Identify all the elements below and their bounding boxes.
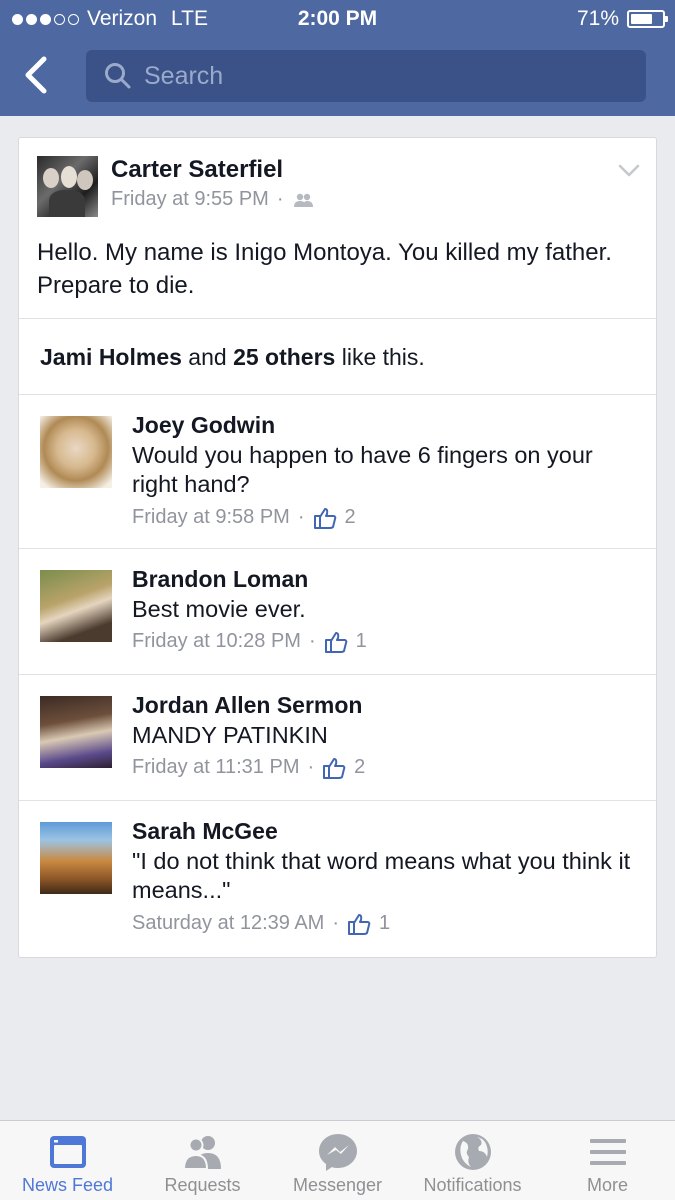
tab-requests[interactable]: Requests [135,1121,270,1200]
post-timestamp[interactable]: Friday at 9:55 PM [111,188,269,211]
like-thumb-icon[interactable] [347,913,371,935]
post-author-avatar[interactable] [37,156,98,217]
like-thumb-icon[interactable] [313,507,337,529]
tab-notifications[interactable]: Notifications [405,1121,540,1200]
search-input[interactable] [144,61,624,91]
comment-text: "I do not think that word means what you… [132,848,631,903]
commenter-name[interactable]: Joey Godwin [132,412,275,439]
commenter-name[interactable]: Jordan Allen Sermon [132,692,362,719]
comment-meta: Friday at 11:31 PM · 2 [132,756,365,779]
post-header: Carter Saterfiel Friday at 9:55 PM · [19,138,656,218]
post-text: Hello. My name is Inigo Montoya. You kil… [37,239,612,299]
likes-suffix: like this. [341,344,425,370]
battery-percent: 71% [576,7,619,30]
comment-text: MANDY PATINKIN [132,722,328,748]
comment-text: Best movie ever. [132,596,306,622]
tab-label: News Feed [21,1175,114,1195]
globe-icon [454,1134,491,1170]
top-nav-bar: Verizon LTE 2:00 PM 71% [0,0,675,116]
liker-name[interactable]: Jami Holmes [40,344,182,370]
comment-timestamp: Friday at 9:58 PM [132,506,290,528]
comment-item: Joey Godwin Would you happen to have 6 f… [19,394,656,548]
likes-others[interactable]: 25 others [233,344,335,370]
meta-separator: · [308,630,316,652]
comment-meta: Friday at 10:28 PM · 1 [132,630,367,653]
like-thumb-icon[interactable] [324,631,348,653]
battery-icon [627,10,668,28]
tab-label: Messenger [292,1175,383,1195]
commenter-avatar[interactable] [40,822,112,894]
status-right: 71% [576,7,668,31]
comment-like-count: 2 [354,756,366,778]
tab-messenger[interactable]: Messenger [270,1121,405,1200]
comment-timestamp: Saturday at 12:39 AM [132,912,325,934]
meta-separator: · [332,912,340,934]
search-icon [105,63,131,89]
likes-summary[interactable]: Jami Holmes and 25 others like this. [40,344,425,371]
likes-and: and [188,344,227,370]
comment-meta: Friday at 9:58 PM · 2 [132,506,356,529]
status-time: 2:00 PM [297,7,378,30]
comment-meta: Saturday at 12:39 AM · 1 [132,912,390,935]
like-thumb-icon[interactable] [322,757,346,779]
comment-like-count: 2 [344,506,356,528]
comment-item: Brandon Loman Best movie ever. Friday at… [19,548,656,674]
meta-separator: · [297,506,305,528]
bottom-tab-bar: News Feed Requests Messenger Notificatio… [0,1120,675,1200]
comment-timestamp: Friday at 11:31 PM [132,756,300,778]
post-author-name[interactable]: Carter Saterfiel [111,156,283,184]
search-bar[interactable] [86,50,646,102]
comment-timestamp: Friday at 10:28 PM [132,630,301,652]
comment-text: Would you happen to have 6 fingers on yo… [132,442,593,497]
news-feed-icon [49,1136,86,1168]
tab-label: Notifications [423,1175,522,1195]
comment-item: Sarah McGee "I do not think that word me… [19,800,656,957]
meta-separator: · [307,756,315,778]
post-card: Carter Saterfiel Friday at 9:55 PM · Hel… [18,137,657,958]
commenter-name[interactable]: Brandon Loman [132,566,308,593]
tab-news-feed[interactable]: News Feed [0,1121,135,1200]
menu-icon [589,1139,626,1165]
friends-icon [293,193,313,207]
comment-item: Jordan Allen Sermon MANDY PATINKIN Frida… [19,674,656,800]
back-arrow-icon[interactable] [22,55,62,95]
tab-label: Requests [164,1175,241,1195]
commenter-avatar[interactable] [40,696,112,768]
requests-icon [182,1136,221,1170]
status-bar: Verizon LTE 2:00 PM 71% [0,0,675,38]
meta-separator: · [276,188,284,210]
commenter-avatar[interactable] [40,416,112,488]
divider [19,318,656,319]
tab-more[interactable]: More [540,1121,675,1200]
commenter-name[interactable]: Sarah McGee [132,818,278,845]
comment-like-count: 1 [355,630,367,652]
messenger-icon [318,1134,357,1171]
commenter-avatar[interactable] [40,570,112,642]
post-meta: Friday at 9:55 PM · [111,188,314,211]
comment-like-count: 1 [379,912,391,934]
tab-label: More [586,1175,628,1195]
chevron-down-icon[interactable] [618,164,640,178]
